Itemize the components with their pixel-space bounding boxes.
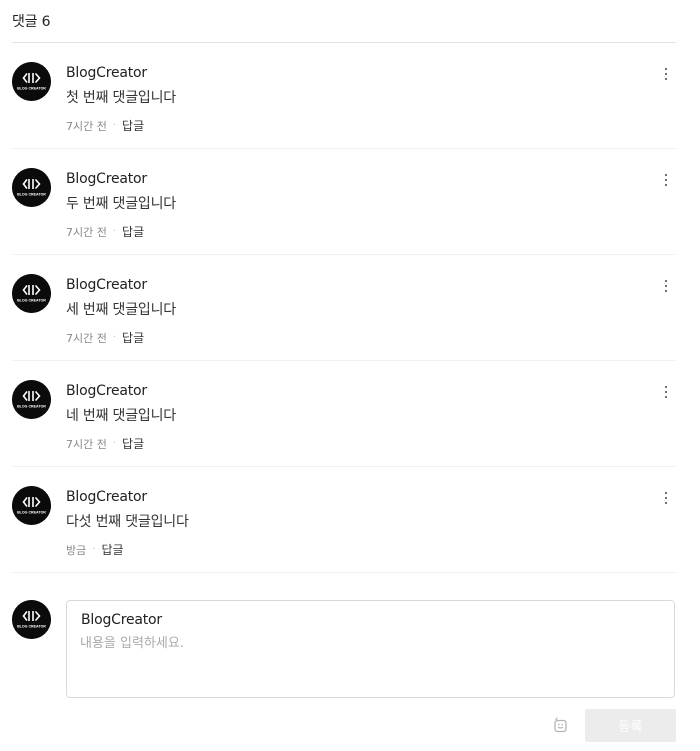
- composer-author: BlogCreator: [81, 612, 162, 628]
- meta-separator: ·: [112, 332, 117, 343]
- comment-meta: 7시간 전 · 답글: [66, 117, 144, 134]
- comment-author[interactable]: BlogCreator: [66, 489, 147, 505]
- comment-meta: 7시간 전 · 답글: [66, 329, 144, 346]
- meta-separator: ·: [112, 120, 117, 131]
- comment-author[interactable]: BlogCreator: [66, 277, 147, 293]
- reply-button[interactable]: 답글: [122, 117, 144, 134]
- blog-creator-logo: BLOG CREATOR: [12, 168, 51, 207]
- meta-separator: ·: [112, 226, 117, 237]
- avatar[interactable]: BLOG CREATOR: [12, 62, 51, 101]
- svg-text:BLOG CREATOR: BLOG CREATOR: [17, 511, 46, 515]
- comment-meta: 7시간 전 · 답글: [66, 435, 144, 452]
- avatar[interactable]: BLOG CREATOR: [12, 380, 51, 419]
- reply-button[interactable]: 답글: [122, 329, 144, 346]
- comment-time: 7시간 전: [66, 437, 107, 451]
- submit-button[interactable]: 등록: [585, 709, 676, 742]
- comment-item: BLOG CREATOR BlogCreator 세 번째 댓글입니다 7시간 …: [0, 255, 700, 361]
- svg-text:BLOG CREATOR: BLOG CREATOR: [17, 87, 46, 91]
- comment-time: 7시간 전: [66, 225, 107, 239]
- reply-button[interactable]: 답글: [101, 541, 123, 558]
- comment-count-title: 댓글 6: [12, 14, 51, 30]
- avatar[interactable]: BLOG CREATOR: [12, 168, 51, 207]
- blog-creator-logo: BLOG CREATOR: [12, 486, 51, 525]
- comment-author[interactable]: BlogCreator: [66, 171, 147, 187]
- comment-item: BLOG CREATOR BlogCreator 첫 번째 댓글입니다 7시간 …: [0, 43, 700, 149]
- comment-item: BLOG CREATOR BlogCreator 네 번째 댓글입니다 7시간 …: [0, 361, 700, 467]
- blog-creator-logo: BLOG CREATOR: [12, 600, 51, 639]
- comment-time: 방금: [66, 543, 87, 557]
- avatar[interactable]: BLOG CREATOR: [12, 486, 51, 525]
- reply-button[interactable]: 답글: [122, 435, 144, 452]
- comment-text: 네 번째 댓글입니다: [66, 408, 176, 424]
- svg-text:BLOG CREATOR: BLOG CREATOR: [17, 193, 46, 197]
- comment-item: BLOG CREATOR BlogCreator 두 번째 댓글입니다 7시간 …: [0, 149, 700, 255]
- svg-text:BLOG CREATOR: BLOG CREATOR: [17, 299, 46, 303]
- comment-text: 다섯 번째 댓글입니다: [66, 514, 189, 530]
- svg-text:BLOG CREATOR: BLOG CREATOR: [17, 405, 46, 409]
- blog-creator-logo: BLOG CREATOR: [12, 274, 51, 313]
- more-options-icon[interactable]: [658, 63, 674, 85]
- blog-creator-logo: BLOG CREATOR: [12, 380, 51, 419]
- composer-avatar: BLOG CREATOR: [12, 600, 51, 639]
- comment-time: 7시간 전: [66, 331, 107, 345]
- comment-author[interactable]: BlogCreator: [66, 383, 147, 399]
- blog-creator-logo: BLOG CREATOR: [12, 62, 51, 101]
- comment-item: BLOG CREATOR BlogCreator 다섯 번째 댓글입니다 방금 …: [0, 467, 700, 573]
- comment-text: 세 번째 댓글입니다: [66, 302, 176, 318]
- comment-section: 댓글 6 BLOG CREATOR BlogCreator 첫 번째 댓글입니다…: [0, 0, 700, 751]
- reply-button[interactable]: 답글: [122, 223, 144, 240]
- svg-text:BLOG CREATOR: BLOG CREATOR: [17, 625, 46, 629]
- meta-separator: ·: [92, 544, 96, 555]
- comment-time: 7시간 전: [66, 119, 107, 133]
- comment-text: 두 번째 댓글입니다: [66, 196, 176, 212]
- comment-meta: 방금 · 답글: [66, 541, 124, 558]
- comment-meta: 7시간 전 · 답글: [66, 223, 144, 240]
- comment-text: 첫 번째 댓글입니다: [66, 90, 176, 106]
- more-options-icon[interactable]: [658, 169, 674, 191]
- more-options-icon[interactable]: [658, 487, 674, 509]
- emoticon-icon[interactable]: [552, 716, 570, 734]
- comment-composer: BlogCreator: [66, 600, 675, 698]
- comment-input[interactable]: [80, 632, 660, 688]
- comment-divider: [12, 572, 676, 573]
- comment-author[interactable]: BlogCreator: [66, 65, 147, 81]
- more-options-icon[interactable]: [658, 381, 674, 403]
- meta-separator: ·: [112, 438, 117, 449]
- more-options-icon[interactable]: [658, 275, 674, 297]
- avatar[interactable]: BLOG CREATOR: [12, 274, 51, 313]
